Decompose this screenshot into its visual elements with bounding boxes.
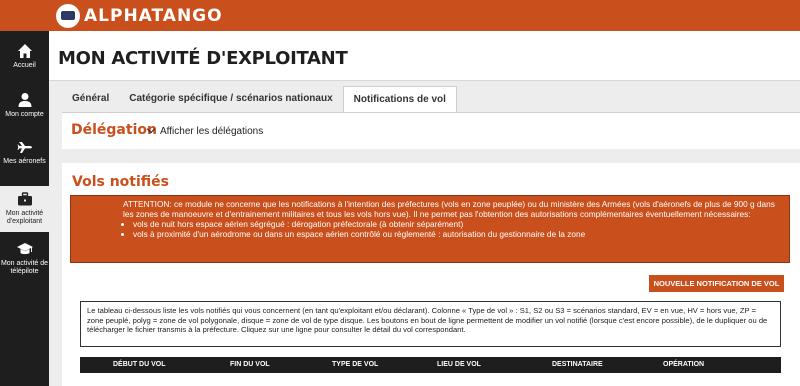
alert-text: ATTENTION: ce module ne concerne que les… <box>123 199 775 219</box>
delegation-title: Délégation <box>71 122 157 138</box>
section-title: Vols notifiés <box>72 174 169 190</box>
alert-bullet: vols de nuit hors espace aérien ségrégué… <box>133 219 781 229</box>
sidebar-item-label: Mes aéronefs <box>3 158 46 165</box>
info-box: Le tableau ci-dessous liste les vols not… <box>80 301 781 347</box>
sidebar-item-mon-activite-exploitant[interactable]: Mon activité d'exploitant <box>0 186 49 232</box>
sidebar-item-mon-activite-telepilote[interactable]: Mon activité de télépilote <box>0 239 49 285</box>
user-icon <box>18 93 31 107</box>
column-header-type[interactable]: TYPE DE VOL <box>332 357 378 373</box>
logo-badge-icon <box>56 4 80 28</box>
column-header-lieu[interactable]: LIEU DE VOL <box>437 357 481 373</box>
table-header: DÉBUT DU VOL FIN DU VOL TYPE DE VOL LIEU… <box>80 357 781 373</box>
top-bar: ALPHATANGO <box>0 0 800 31</box>
tab-bar: Général Catégorie spécifique / scénarios… <box>62 86 457 112</box>
sidebar-item-label-line2: télépilote <box>10 268 39 275</box>
home-icon <box>17 44 32 58</box>
tab-notifications-de-vol[interactable]: Notifications de vol <box>342 86 457 112</box>
sidebar-item-label-line1: Mon activité de <box>0 260 49 267</box>
sidebar-item-label-line2: d'exploitant <box>6 218 43 225</box>
briefcase-icon <box>17 192 32 206</box>
graduation-cap-icon <box>16 243 33 255</box>
warning-alert: ATTENTION: ce module ne concerne que les… <box>70 195 790 263</box>
column-header-destinataire[interactable]: DESTINATAIRE <box>552 357 603 373</box>
page-header: MON ACTIVITÉ D'EXPLOITANT <box>49 31 800 81</box>
new-notification-button[interactable]: NOUVELLE NOTIFICATION DE VOL <box>649 275 784 292</box>
logo-text: ALPHATANGO <box>84 6 223 26</box>
column-header-debut[interactable]: DÉBUT DU VOL <box>113 357 166 373</box>
tab-general[interactable]: Général <box>62 86 119 112</box>
sidebar-item-label: Accueil <box>13 62 36 69</box>
sidebar-item-label: Mon compte <box>5 111 44 118</box>
alert-list: vols de nuit hors espace aérien ségrégué… <box>123 219 781 239</box>
tab-categorie-specifique[interactable]: Catégorie spécifique / scénarios nationa… <box>119 86 342 112</box>
sidebar-item-label-line1: Mon activité <box>5 210 44 217</box>
delegation-panel: Délégation Afficher les délégations <box>62 112 800 149</box>
show-delegations-toggle[interactable]: Afficher les délégations <box>146 124 264 137</box>
page-title: MON ACTIVITÉ D'EXPLOITANT <box>58 48 348 69</box>
sidebar-item-mes-aeronefs[interactable]: Mes aéronefs <box>0 139 49 173</box>
airplane-icon <box>17 142 32 153</box>
sidebar-item-accueil[interactable]: Accueil <box>0 43 49 77</box>
column-header-operation[interactable]: OPÉRATION <box>663 357 704 373</box>
sidebar-item-mon-compte[interactable]: Mon compte <box>0 92 49 126</box>
app-logo[interactable]: ALPHATANGO <box>56 3 223 29</box>
vols-notifies-panel: Vols notifiés ATTENTION: ce module ne co… <box>62 163 800 386</box>
chevron-down-icon <box>146 124 156 134</box>
sidebar: Accueil Mon compte Mes aéronefs Mon acti… <box>0 31 49 386</box>
show-delegations-label: Afficher les délégations <box>160 126 264 137</box>
alert-bullet: vols à proximité d'un aérodrome ou dans … <box>133 229 781 239</box>
column-header-fin[interactable]: FIN DU VOL <box>230 357 270 373</box>
